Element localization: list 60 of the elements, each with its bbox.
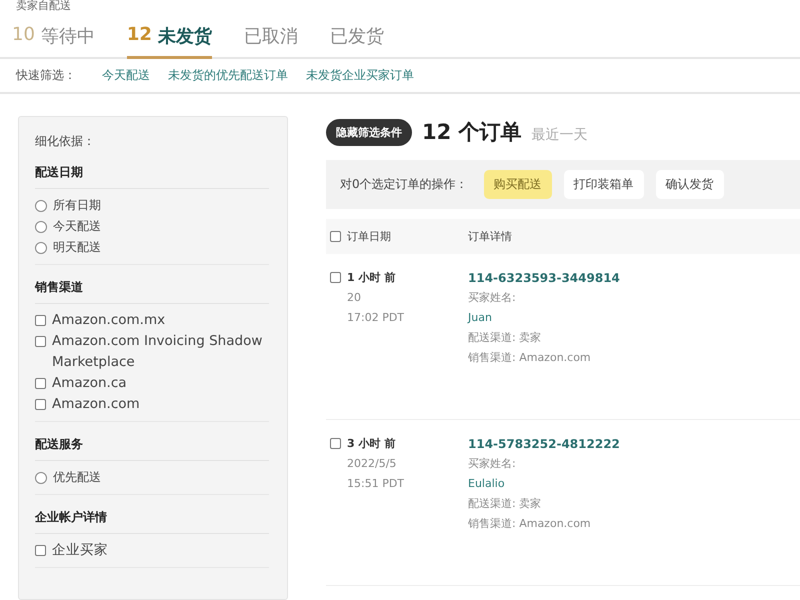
fulfillment-channel: 配送渠道: 卖家 <box>468 330 542 346</box>
status-tab[interactable]: 10 等待中 <box>12 22 95 59</box>
action-label: 对0个选定订单的操作： <box>340 176 468 193</box>
action-button[interactable]: 购买配送 <box>484 170 552 199</box>
filter-heading: 销售渠道 <box>35 279 269 304</box>
radio-button[interactable] <box>35 242 47 254</box>
order-date: 20 <box>347 290 362 306</box>
status-tab[interactable]: 已发货 <box>330 22 384 59</box>
filter-title: 细化依据： <box>35 133 96 150</box>
option-label: 企业买家 <box>52 541 108 560</box>
option-label: Amazon.com.mx <box>52 311 166 330</box>
order-time: 17:02 PDT <box>347 310 404 326</box>
order-id-link[interactable]: 114-6323593-3449814 <box>468 268 620 288</box>
sales-channel: 销售渠道: Amazon.com <box>468 350 592 366</box>
order-date: 2022/5/5 <box>347 456 398 472</box>
filter-heading: 企业帐户详情 <box>35 509 269 534</box>
checkbox[interactable] <box>330 231 341 242</box>
option-label: 优先配送 <box>53 469 101 486</box>
checkbox[interactable] <box>35 315 46 326</box>
order-count: 12 个订单 <box>422 119 522 146</box>
option-label: 今天配送 <box>53 218 101 235</box>
checkbox[interactable] <box>35 378 46 389</box>
fulfillment-channel: 配送渠道: 卖家 <box>468 496 542 512</box>
order-age: 3 小时 前 <box>347 436 396 452</box>
radio-button[interactable] <box>35 472 47 484</box>
option-label: Amazon.com <box>52 395 140 414</box>
option-label: Amazon.ca <box>52 374 127 393</box>
order-period: 最近一天 <box>532 126 588 144</box>
checkbox[interactable] <box>330 272 341 283</box>
action-button[interactable]: 打印装箱单 <box>564 170 644 199</box>
page-title: 卖家自配送 <box>15 0 72 12</box>
quick-filter-label: 快速筛选： <box>16 67 76 84</box>
order-id-link[interactable]: 114-5783252-4812222 <box>468 434 620 454</box>
checkbox[interactable] <box>35 336 46 347</box>
status-tab[interactable]: 12 未发货 <box>126 22 212 59</box>
option-label: 明天配送 <box>53 239 101 256</box>
filter-heading: 配送服务 <box>35 436 269 461</box>
sales-channel: 销售渠道: Amazon.com <box>468 516 592 532</box>
action-button[interactable]: 确认发货 <box>656 170 724 199</box>
order-age: 1 小时 前 <box>347 270 396 286</box>
option-label: 所有日期 <box>53 197 101 214</box>
checkbox[interactable] <box>35 399 46 410</box>
checkbox[interactable] <box>35 545 46 556</box>
radio-button[interactable] <box>35 200 47 212</box>
buyer-label: 买家姓名: <box>468 290 517 306</box>
column-header: 订单日期 <box>347 229 391 244</box>
option-label: Amazon.com Invoicing Shadow Marketplace <box>52 332 264 372</box>
radio-button[interactable] <box>35 221 47 233</box>
hide-filters-button[interactable]: 隐藏筛选条件 <box>326 118 412 146</box>
status-tab[interactable]: 已取消 <box>244 22 298 59</box>
filter-heading: 配送日期 <box>35 164 269 189</box>
buyer-name: Juan <box>468 310 493 326</box>
order-time: 15:51 PDT <box>347 476 404 492</box>
quick-filter-link[interactable]: 今天配送 <box>102 67 150 84</box>
checkbox[interactable] <box>330 438 341 449</box>
buyer-name: Eulalio <box>468 476 506 492</box>
column-header: 订单详情 <box>468 229 512 244</box>
quick-filter-link[interactable]: 未发货企业买家订单 <box>306 67 414 84</box>
buyer-label: 买家姓名: <box>468 456 517 472</box>
quick-filter-link[interactable]: 未发货的优先配送订单 <box>168 67 288 84</box>
